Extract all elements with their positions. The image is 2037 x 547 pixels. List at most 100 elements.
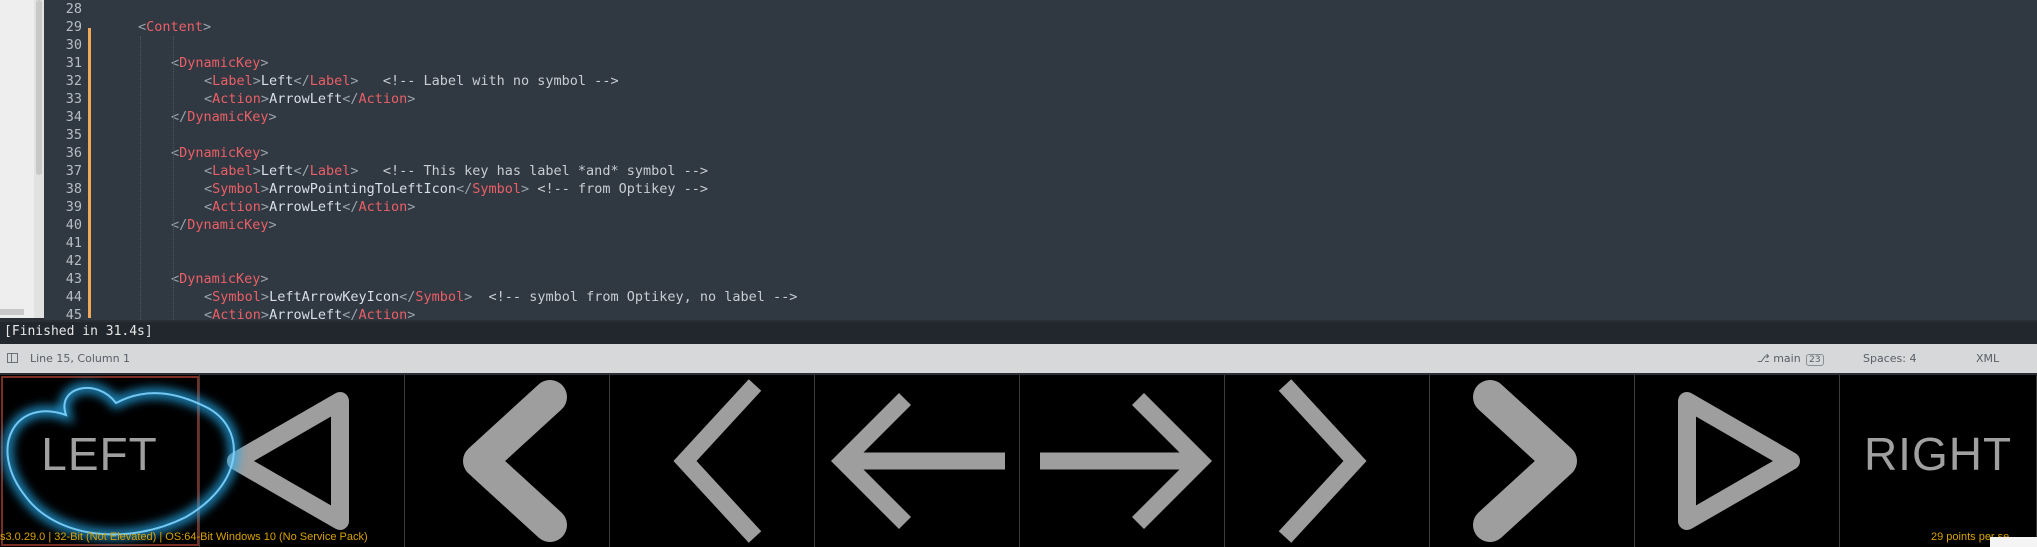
xml-bracket: < bbox=[204, 181, 213, 197]
xml-tag-name: Action bbox=[358, 199, 408, 215]
cursor-position[interactable]: Line 15, Column 1 bbox=[30, 352, 130, 365]
line-code: <Action>ArrowLeft</Action> bbox=[204, 90, 415, 108]
sidebar-scrollbar[interactable] bbox=[34, 0, 44, 318]
xml-text: ArrowLeft bbox=[269, 307, 343, 320]
xml-tag-name: Symbol bbox=[472, 181, 522, 197]
line-number: 30 bbox=[65, 37, 82, 53]
line-number: 43 bbox=[65, 271, 82, 287]
xml-tag-name: DynamicKey bbox=[179, 271, 261, 287]
key-left[interactable]: LEFT bbox=[0, 375, 200, 547]
code-line[interactable]: 30 bbox=[44, 36, 1944, 54]
code-editor[interactable]: 28 29 <Content> 30 31 <DynamicKey> 32 <Label>Le… bbox=[44, 0, 2037, 320]
code-line[interactable]: 44 <Symbol>LeftArrowKeyIcon</Symbol> <!--… bbox=[44, 288, 1944, 306]
line-code: <Label>Left</Label> <!-- Label with no s… bbox=[204, 72, 619, 90]
indent-guide bbox=[140, 36, 142, 320]
xml-bracket: </ bbox=[342, 199, 359, 215]
code-line[interactable]: 40 </DynamicKey> bbox=[44, 216, 1944, 234]
toggle-panel-icon[interactable] bbox=[7, 353, 18, 363]
corner-box bbox=[1990, 537, 2037, 547]
code-line[interactable]: 31 <DynamicKey> bbox=[44, 54, 1944, 72]
xml-bracket: < bbox=[204, 307, 213, 320]
line-number: 29 bbox=[65, 19, 82, 35]
git-branch[interactable]: ⎇ main 23 bbox=[1757, 352, 1824, 366]
code-line[interactable]: 43 <DynamicKey> bbox=[44, 270, 1944, 288]
key-chevron-right-bold[interactable] bbox=[1430, 375, 1635, 547]
xml-bracket: > bbox=[252, 163, 261, 179]
key-right[interactable]: RIGHT bbox=[1840, 375, 2037, 547]
code-line[interactable]: 42 bbox=[44, 252, 1944, 270]
xml-bracket: < bbox=[204, 163, 213, 179]
xml-bracket: < bbox=[138, 19, 147, 35]
xml-tag-name: Label bbox=[212, 163, 253, 179]
code-line[interactable]: 28 bbox=[44, 0, 1944, 18]
xml-comment: <!-- from Optikey --> bbox=[529, 181, 708, 197]
sidebar-pane bbox=[0, 0, 44, 318]
syntax-selector[interactable]: XML bbox=[1976, 352, 1999, 365]
xml-comment: <!-- symbol from Optikey, no label --> bbox=[472, 289, 798, 305]
xml-tag-name: DynamicKey bbox=[179, 145, 261, 161]
xml-bracket: < bbox=[204, 199, 213, 215]
key-arrow-right[interactable] bbox=[1020, 375, 1225, 547]
line-code: <Symbol>LeftArrowKeyIcon</Symbol> <!-- s… bbox=[204, 288, 797, 306]
xml-bracket: > bbox=[203, 19, 212, 35]
code-line[interactable]: 41 bbox=[44, 234, 1944, 252]
xml-tag-name: Label bbox=[309, 73, 351, 89]
code-line[interactable]: 45 <Action>ArrowLeft</Action> bbox=[44, 306, 1944, 320]
line-code: <Label>Left</Label> <!-- This key has la… bbox=[204, 162, 708, 180]
line-code: <Action>ArrowLeft</Action> bbox=[204, 306, 415, 320]
xml-text: Left bbox=[260, 73, 294, 89]
xml-tag-name: Action bbox=[212, 91, 261, 107]
line-number: 34 bbox=[65, 109, 82, 125]
indentation-setting[interactable]: Spaces: 4 bbox=[1863, 352, 1916, 365]
code-line[interactable]: 29 <Content> bbox=[44, 18, 1944, 36]
xml-text: LeftArrowKeyIcon bbox=[269, 289, 400, 305]
xml-tag-name: Action bbox=[212, 307, 261, 320]
xml-tag-name: Symbol bbox=[212, 181, 261, 197]
modified-lines-marker bbox=[88, 28, 91, 318]
line-code: </DynamicKey> bbox=[171, 108, 277, 126]
xml-comment: <!-- This key has label *and* symbol --> bbox=[358, 163, 708, 179]
line-code: <Content> bbox=[138, 18, 211, 36]
xml-bracket: > bbox=[260, 91, 270, 107]
arrow-left-icon bbox=[830, 392, 1005, 530]
chevron-right-bold-icon bbox=[1473, 380, 1577, 542]
line-code: <Symbol>ArrowPointingToLeftIcon</Symbol>… bbox=[204, 180, 708, 198]
xml-bracket: > bbox=[252, 73, 261, 89]
code-line[interactable]: 39 <Action>ArrowLeft</Action> bbox=[44, 198, 1944, 216]
code-line[interactable]: 37 <Label>Left</Label> <!-- This key has … bbox=[44, 162, 1944, 180]
xml-bracket: </ bbox=[293, 163, 310, 179]
key-chevron-right-thin[interactable] bbox=[1225, 375, 1430, 547]
xml-bracket: > bbox=[260, 289, 270, 305]
xml-bracket: > bbox=[268, 109, 277, 125]
code-line[interactable]: 32 <Label>Left</Label> <!-- Label with no… bbox=[44, 72, 1944, 90]
code-line[interactable]: 35 bbox=[44, 126, 1944, 144]
line-number: 32 bbox=[65, 73, 82, 89]
line-code: <DynamicKey> bbox=[171, 270, 269, 288]
line-code: <DynamicKey> bbox=[171, 144, 269, 162]
triangle-left-outline-icon bbox=[227, 392, 349, 530]
code-line[interactable]: 33 <Action>ArrowLeft</Action> bbox=[44, 90, 1944, 108]
key-arrow-left[interactable] bbox=[815, 375, 1020, 547]
key-triangle-left-outline[interactable] bbox=[200, 375, 405, 547]
key-chevron-left-thin[interactable] bbox=[610, 375, 815, 547]
key-label: LEFT bbox=[41, 428, 158, 480]
code-line[interactable]: 34 </DynamicKey> bbox=[44, 108, 1944, 126]
code-line[interactable]: 36 <DynamicKey> bbox=[44, 144, 1944, 162]
key-chevron-left-bold[interactable] bbox=[405, 375, 610, 547]
editor-scrollbar[interactable] bbox=[2023, 0, 2037, 320]
xml-comment: <!-- Label with no symbol --> bbox=[358, 73, 619, 89]
code-line[interactable]: 38 <Symbol>ArrowPointingToLeftIcon</Symbo… bbox=[44, 180, 1944, 198]
line-number: 35 bbox=[65, 127, 82, 143]
sidebar-hscroll[interactable] bbox=[0, 309, 24, 315]
sidebar-scrollbar-thumb[interactable] bbox=[36, 0, 42, 175]
xml-bracket: > bbox=[260, 271, 269, 287]
xml-bracket: < bbox=[204, 289, 213, 305]
line-number: 31 bbox=[65, 55, 82, 71]
xml-tag-name: Action bbox=[358, 307, 408, 320]
build-output-text: [Finished in 31.4s] bbox=[4, 324, 153, 339]
key-triangle-right-outline[interactable] bbox=[1635, 375, 1840, 547]
xml-text: Left bbox=[260, 163, 294, 179]
xml-bracket: < bbox=[204, 91, 213, 107]
line-code: <DynamicKey> bbox=[171, 54, 269, 72]
line-number: 39 bbox=[65, 199, 82, 215]
